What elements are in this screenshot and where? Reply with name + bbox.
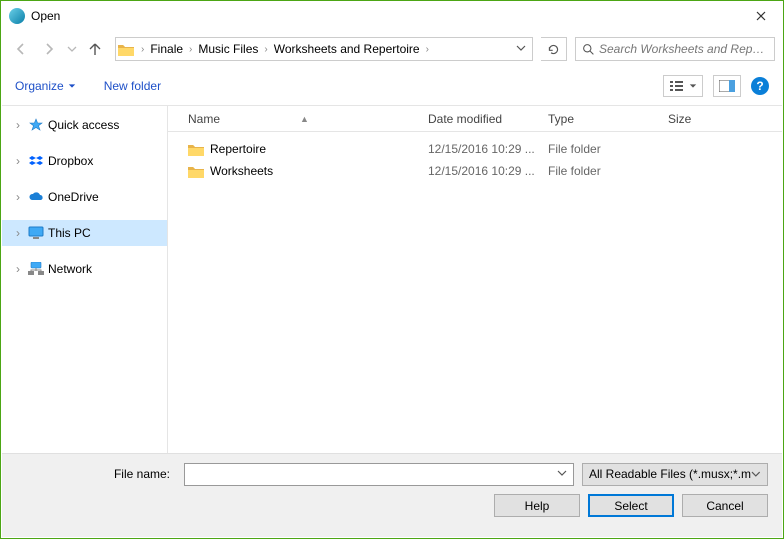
filetype-select[interactable]: All Readable Files (*.musx;*.mu — [582, 463, 768, 486]
new-folder-button[interactable]: New folder — [104, 79, 161, 93]
column-type[interactable]: Type — [548, 112, 668, 126]
search-placeholder: Search Worksheets and Reper... — [599, 42, 768, 56]
breadcrumb-segment[interactable]: Finale — [147, 38, 186, 60]
cancel-button[interactable]: Cancel — [682, 494, 768, 517]
tree-item-quick-access[interactable]: › Quick access — [2, 112, 167, 138]
navigation-tree: › Quick access › Dropbox › OneDrive › Th… — [2, 106, 168, 453]
expand-icon[interactable]: › — [12, 226, 24, 240]
column-size[interactable]: Size — [668, 112, 748, 126]
back-button[interactable] — [9, 37, 33, 61]
sort-indicator-icon: ▲ — [300, 114, 309, 124]
chevron-right-icon[interactable]: › — [138, 44, 147, 55]
table-row[interactable]: Repertoire 12/15/2016 10:29 ... File fol… — [168, 138, 782, 160]
organize-menu[interactable]: Organize — [15, 79, 76, 93]
column-headers: Name▲ Date modified Type Size — [168, 106, 782, 132]
select-button[interactable]: Select — [588, 494, 674, 517]
chevron-down-icon — [751, 469, 761, 479]
up-button[interactable] — [83, 37, 107, 61]
chevron-right-icon[interactable]: › — [423, 44, 432, 55]
main-area: › Quick access › Dropbox › OneDrive › Th… — [2, 105, 782, 453]
help-button[interactable]: ? — [751, 77, 769, 95]
folder-icon — [188, 163, 204, 179]
tree-item-dropbox[interactable]: › Dropbox — [2, 148, 167, 174]
filename-label: File name: — [16, 467, 176, 481]
search-input[interactable]: Search Worksheets and Reper... — [575, 37, 775, 61]
file-list: Name▲ Date modified Type Size Repertoire… — [168, 106, 782, 453]
table-row[interactable]: Worksheets 12/15/2016 10:29 ... File fol… — [168, 160, 782, 182]
tree-item-network[interactable]: › Network — [2, 256, 167, 282]
window-title: Open — [31, 9, 60, 23]
breadcrumb-segment[interactable]: Music Files — [195, 38, 261, 60]
star-icon — [28, 117, 44, 133]
tree-item-onedrive[interactable]: › OneDrive — [2, 184, 167, 210]
chevron-right-icon[interactable]: › — [186, 44, 195, 55]
expand-icon[interactable]: › — [12, 262, 24, 276]
expand-icon[interactable]: › — [12, 118, 24, 132]
address-dropdown[interactable] — [510, 42, 532, 56]
filename-input[interactable] — [184, 463, 574, 486]
refresh-button[interactable] — [541, 37, 567, 61]
toolbar: Organize New folder ? — [1, 67, 783, 105]
close-button[interactable] — [738, 2, 783, 31]
forward-button[interactable] — [37, 37, 61, 61]
search-icon — [582, 43, 595, 56]
address-bar[interactable]: › Finale › Music Files › Worksheets and … — [115, 37, 533, 61]
cloud-icon — [28, 189, 44, 205]
recent-dropdown[interactable] — [65, 37, 79, 61]
chevron-down-icon[interactable] — [557, 467, 567, 481]
expand-icon[interactable]: › — [12, 154, 24, 168]
nav-row: › Finale › Music Files › Worksheets and … — [1, 31, 783, 67]
chevron-right-icon[interactable]: › — [261, 44, 270, 55]
tree-item-this-pc[interactable]: › This PC — [2, 220, 167, 246]
view-options-button[interactable] — [663, 75, 703, 97]
help-button[interactable]: Help — [494, 494, 580, 517]
folder-icon — [118, 41, 134, 57]
app-icon — [9, 8, 25, 24]
chevron-down-icon — [689, 82, 697, 90]
footer: File name: All Readable Files (*.musx;*.… — [2, 453, 782, 537]
expand-icon[interactable]: › — [12, 190, 24, 204]
monitor-icon — [28, 225, 44, 241]
dropbox-icon — [28, 153, 44, 169]
title-bar: Open — [1, 1, 783, 31]
network-icon — [28, 261, 44, 277]
column-name[interactable]: Name▲ — [188, 112, 428, 126]
chevron-down-icon — [68, 82, 76, 90]
preview-pane-button[interactable] — [713, 75, 741, 97]
column-date[interactable]: Date modified — [428, 112, 548, 126]
folder-icon — [188, 141, 204, 157]
breadcrumb-segment[interactable]: Worksheets and Repertoire — [271, 38, 423, 60]
